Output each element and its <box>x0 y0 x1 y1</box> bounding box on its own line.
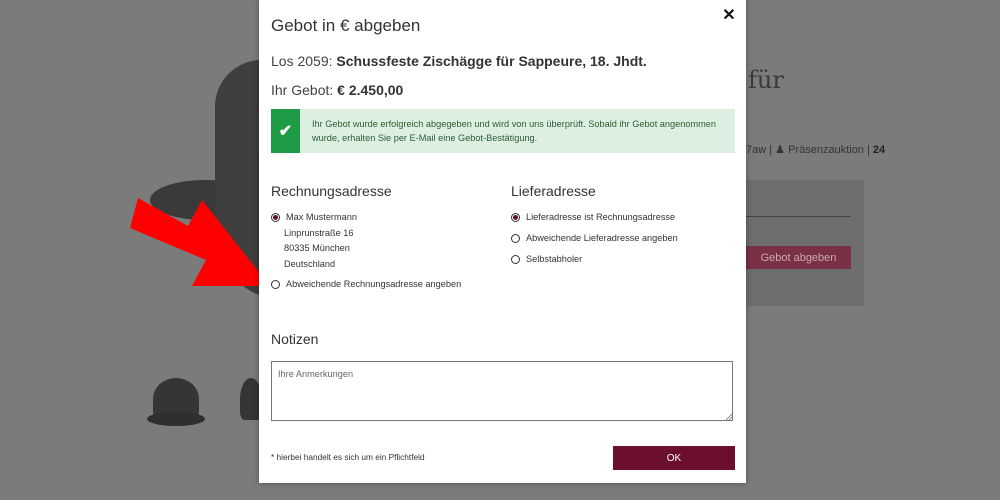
radio-button[interactable] <box>511 234 520 243</box>
bid-panel <box>746 180 864 306</box>
shipping-option-pickup[interactable]: Selbstabholer <box>511 254 582 264</box>
bid-input-underline <box>746 216 851 217</box>
bid-line: Ihr Gebot: € 2.450,00 <box>271 82 403 98</box>
shipping-title: Lieferadresse <box>511 183 596 199</box>
radio-button[interactable] <box>271 213 280 222</box>
lot-meta: 7aw | ♟ Präsenzauktion | 24 <box>746 144 886 156</box>
background-bid-button[interactable]: Gebot abgeben <box>746 246 851 269</box>
modal-title: Gebot in € abgeben <box>271 16 421 35</box>
bid-prefix: Ihr Gebot: <box>271 82 334 98</box>
radio-button[interactable] <box>271 280 280 289</box>
auction-icon: ♟ <box>775 144 786 156</box>
alert-message: Ihr Gebot wurde erfolgreich abgegeben un… <box>312 119 716 143</box>
shipping-option-alternate[interactable]: Abweichende Lieferadresse angeben <box>511 233 678 243</box>
ok-button[interactable]: OK <box>613 446 735 470</box>
billing-street: Linprunstraße 16 <box>284 228 354 238</box>
billing-city: 80335 München <box>284 243 350 253</box>
lot-name: Schussfeste Zischägge für Sappeure, 18. … <box>336 53 647 69</box>
billing-title: Rechnungsadresse <box>271 183 392 199</box>
radio-button[interactable] <box>511 213 520 222</box>
radio-button[interactable] <box>511 255 520 264</box>
lot-prefix: Los 2059: <box>271 53 333 69</box>
billing-option-default[interactable]: Max Mustermann <box>271 212 357 222</box>
billing-country: Deutschland <box>284 259 336 269</box>
success-alert: ✔ Ihr Gebot wurde erfolgreich abgegeben … <box>271 109 735 153</box>
notes-title: Notizen <box>271 331 319 347</box>
bid-value: € 2.450,00 <box>337 82 404 98</box>
shipping-option-same[interactable]: Lieferadresse ist Rechnungsadresse <box>511 212 675 222</box>
page-title-fragment: für <box>748 66 784 94</box>
checkmark-icon: ✔ <box>271 109 300 153</box>
close-button[interactable]: ✕ <box>721 8 737 24</box>
lot-line: Los 2059: Schussfeste Zischägge für Sapp… <box>271 53 647 69</box>
bid-modal: ✕ Gebot in € abgeben Los 2059: Schussfes… <box>259 0 746 483</box>
notes-textarea[interactable]: Ihre Anmerkungen <box>271 361 733 421</box>
billing-option-alternate[interactable]: Abweichende Rechnungsadresse angeben <box>271 279 461 289</box>
resize-grip-icon[interactable] <box>726 413 733 420</box>
required-footnote: * hierbei handelt es sich um ein Pflicht… <box>271 452 425 462</box>
thumbnail-image[interactable] <box>147 378 205 426</box>
